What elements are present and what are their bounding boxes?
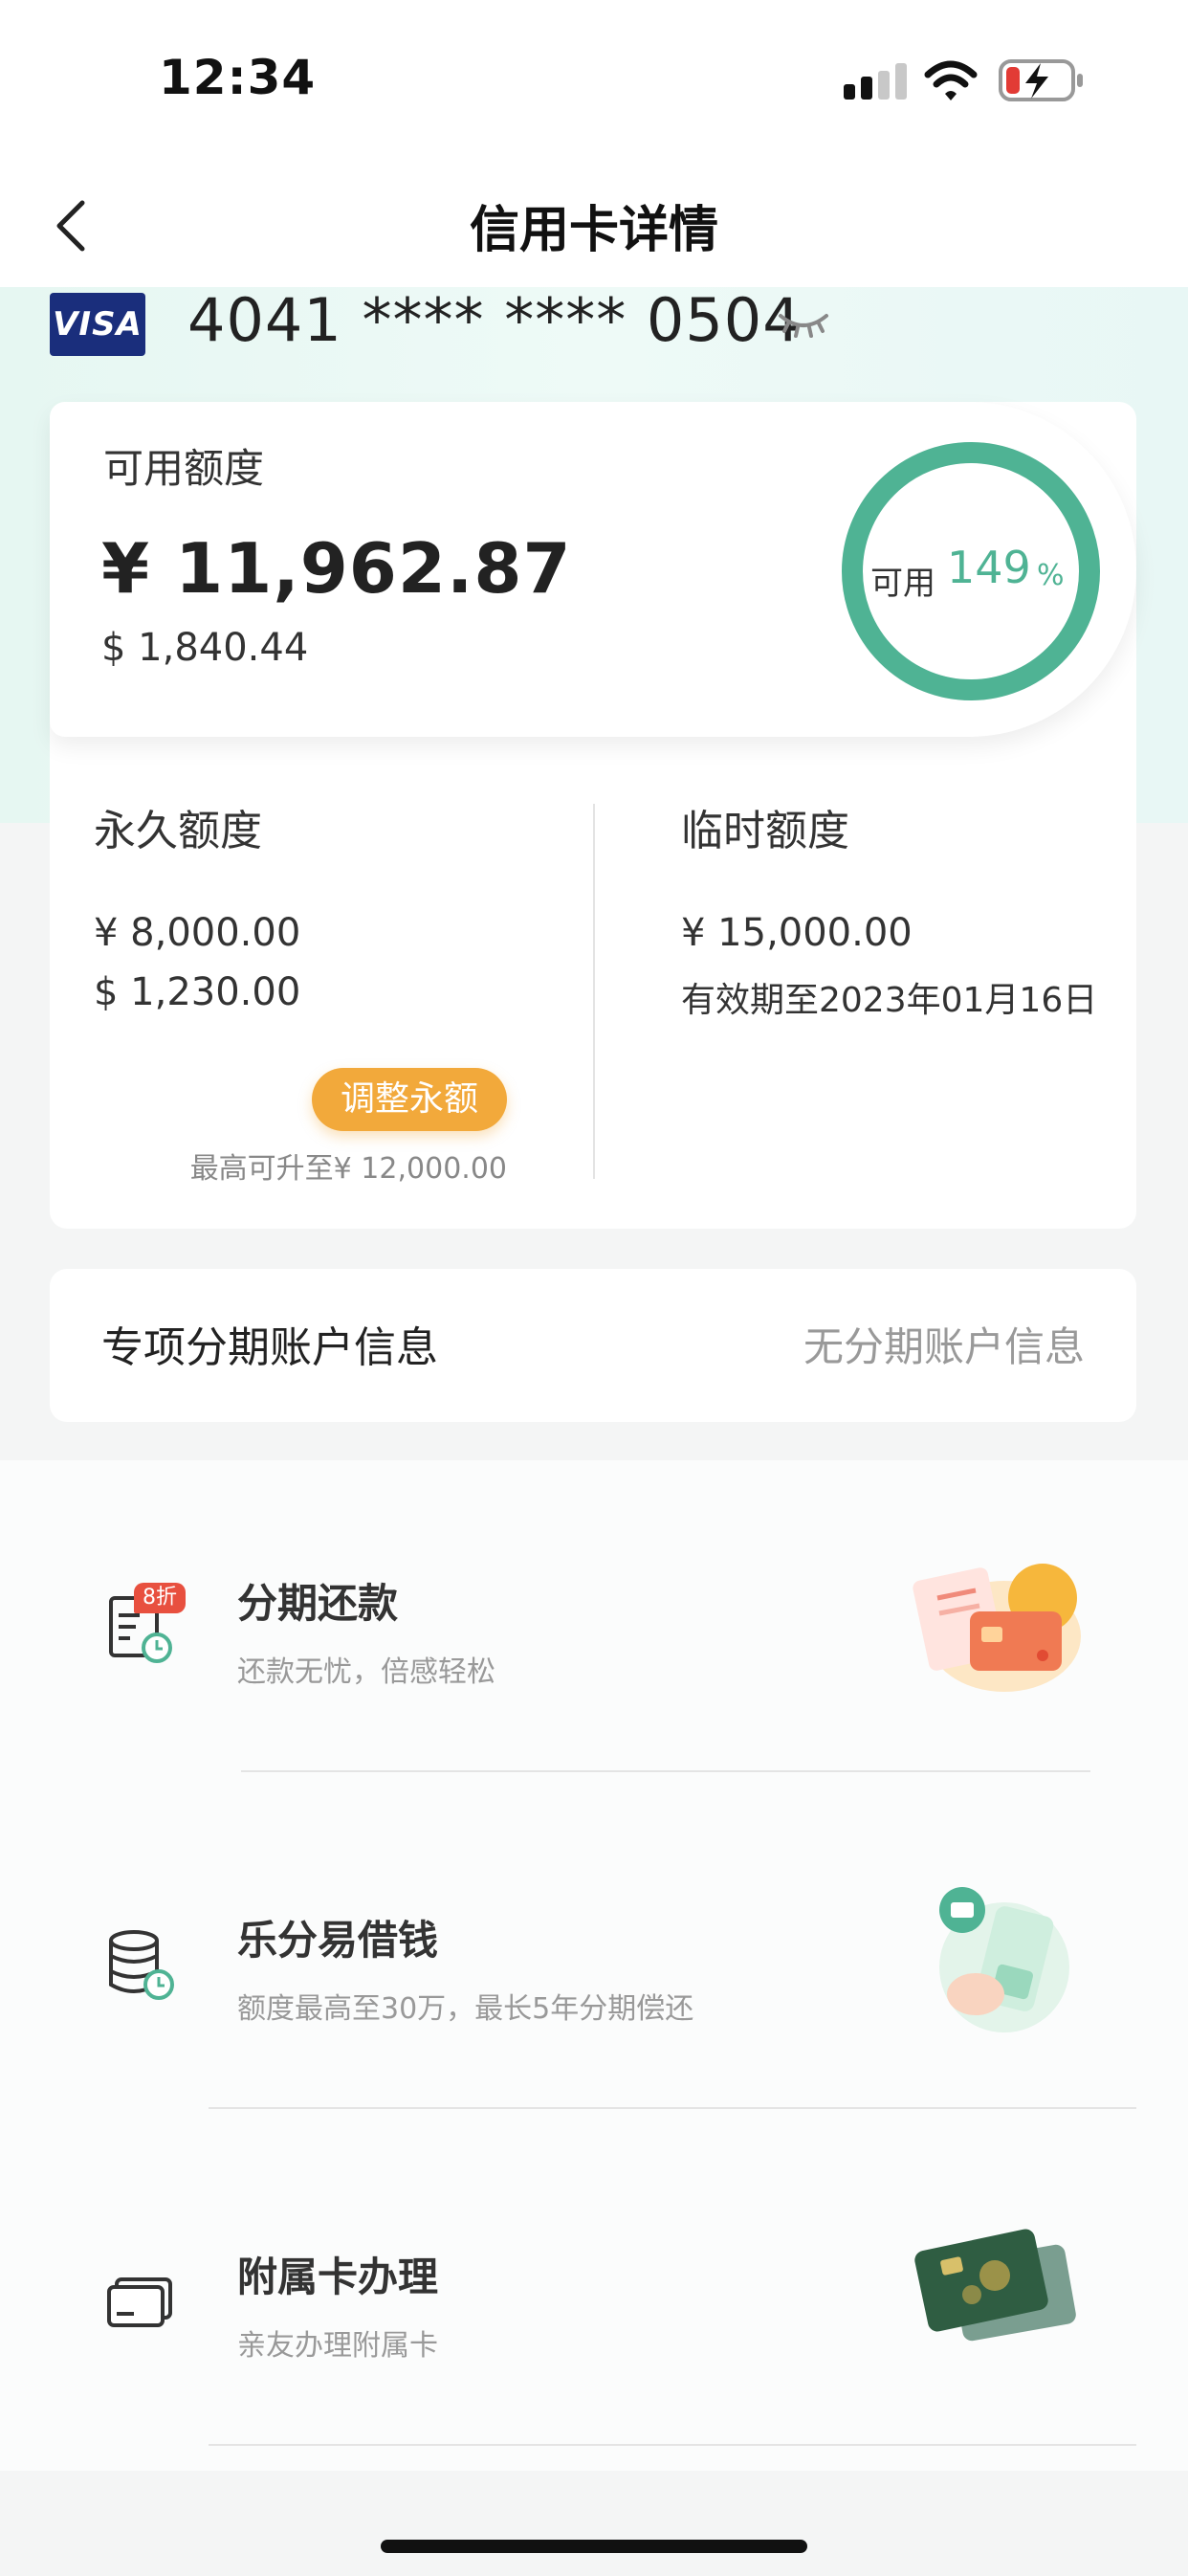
cards-icon bbox=[107, 2277, 172, 2327]
service-title: 分期还款 bbox=[237, 1580, 399, 1627]
installment-account-title: 专项分期账户信息 bbox=[101, 1323, 438, 1372]
page-title: 信用卡详情 bbox=[469, 202, 718, 259]
visa-logo: VISA bbox=[50, 293, 145, 356]
service-divider bbox=[209, 2107, 1136, 2109]
installment-account-value: 无分期账户信息 bbox=[803, 1323, 1085, 1370]
column-divider bbox=[593, 804, 595, 1179]
service-title: 乐分易借钱 bbox=[237, 1917, 439, 1964]
eye-closed-icon[interactable] bbox=[777, 310, 830, 341]
service-divider bbox=[209, 2444, 1136, 2446]
installment-illustration bbox=[913, 1564, 1081, 1692]
supplementary-card-illustration bbox=[914, 2229, 1076, 2342]
max-limit-note: 最高可升至¥ 12,000.00 bbox=[189, 1152, 507, 1186]
ring-percent-unit: % bbox=[1037, 559, 1065, 592]
permanent-limit-title: 永久额度 bbox=[94, 807, 262, 855]
permanent-amount-usd: $ 1,230.00 bbox=[94, 970, 301, 1014]
available-amount-usd: $ 1,840.44 bbox=[101, 626, 309, 670]
battery-charging-icon bbox=[999, 59, 1083, 101]
home-indicator bbox=[381, 2540, 807, 2553]
permanent-amount-cny: ¥ 8,000.00 bbox=[94, 911, 301, 955]
ring-label: 可用 bbox=[870, 565, 935, 603]
card-number: 4041 **** **** 0504 bbox=[187, 285, 802, 355]
service-subtitle: 亲友办理附属卡 bbox=[237, 2329, 438, 2363]
discount-badge: 8折 bbox=[134, 1583, 186, 1613]
available-amount-cny: ¥ 11,962.87 bbox=[101, 528, 572, 609]
service-title: 附属卡办理 bbox=[237, 2254, 439, 2300]
temporary-limit-title: 临时额度 bbox=[681, 807, 849, 855]
ring-percent: 149 bbox=[947, 542, 1031, 593]
coins-clock-icon bbox=[109, 1930, 174, 2000]
adjust-permanent-limit-button[interactable]: 调整永额 bbox=[312, 1068, 507, 1131]
temporary-valid-until: 有效期至2023年01月16日 bbox=[681, 981, 1098, 1020]
service-divider bbox=[241, 1770, 1090, 1772]
temporary-amount-cny: ¥ 15,000.00 bbox=[681, 911, 913, 955]
service-subtitle: 额度最高至30万，最长5年分期偿还 bbox=[237, 1992, 694, 2026]
service-subtitle: 还款无忧，倍感轻松 bbox=[237, 1655, 495, 1689]
status-time: 12:34 bbox=[159, 50, 317, 105]
cellular-signal-icon bbox=[844, 63, 907, 100]
loan-illustration bbox=[939, 1887, 1069, 2032]
available-limit-label: 可用额度 bbox=[103, 445, 265, 492]
wifi-icon bbox=[924, 60, 978, 100]
